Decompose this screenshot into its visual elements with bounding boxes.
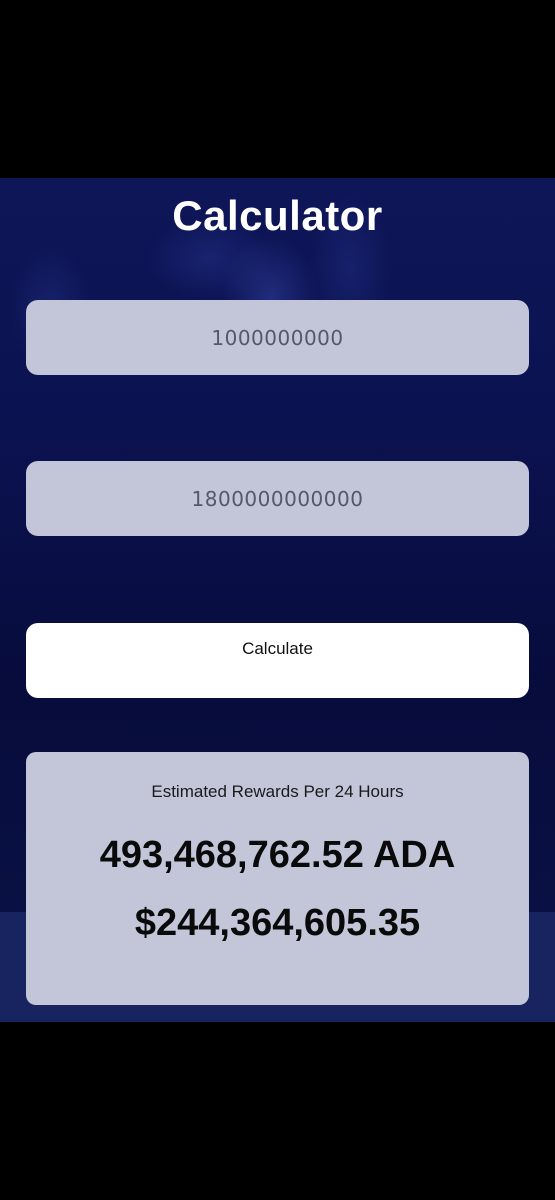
result-label: Estimated Rewards Per 24 Hours xyxy=(151,782,404,801)
calculate-button[interactable]: Calculate xyxy=(26,623,529,698)
pool-amount-input[interactable] xyxy=(26,461,529,536)
phone-screen: Calculator Calculate Estimated Rewards P… xyxy=(0,0,555,1200)
stake-amount-input[interactable] xyxy=(26,300,529,375)
result-card: Estimated Rewards Per 24 Hours 493,468,7… xyxy=(26,752,529,1005)
result-usd-amount: $244,364,605.35 xyxy=(134,902,421,944)
calculate-button-label: Calculate xyxy=(242,639,313,658)
result-ada-amount: 493,468,762.52 ADA xyxy=(99,834,456,876)
calculator-app: Calculator Calculate Estimated Rewards P… xyxy=(0,178,555,1022)
page-title: Calculator xyxy=(172,192,383,239)
